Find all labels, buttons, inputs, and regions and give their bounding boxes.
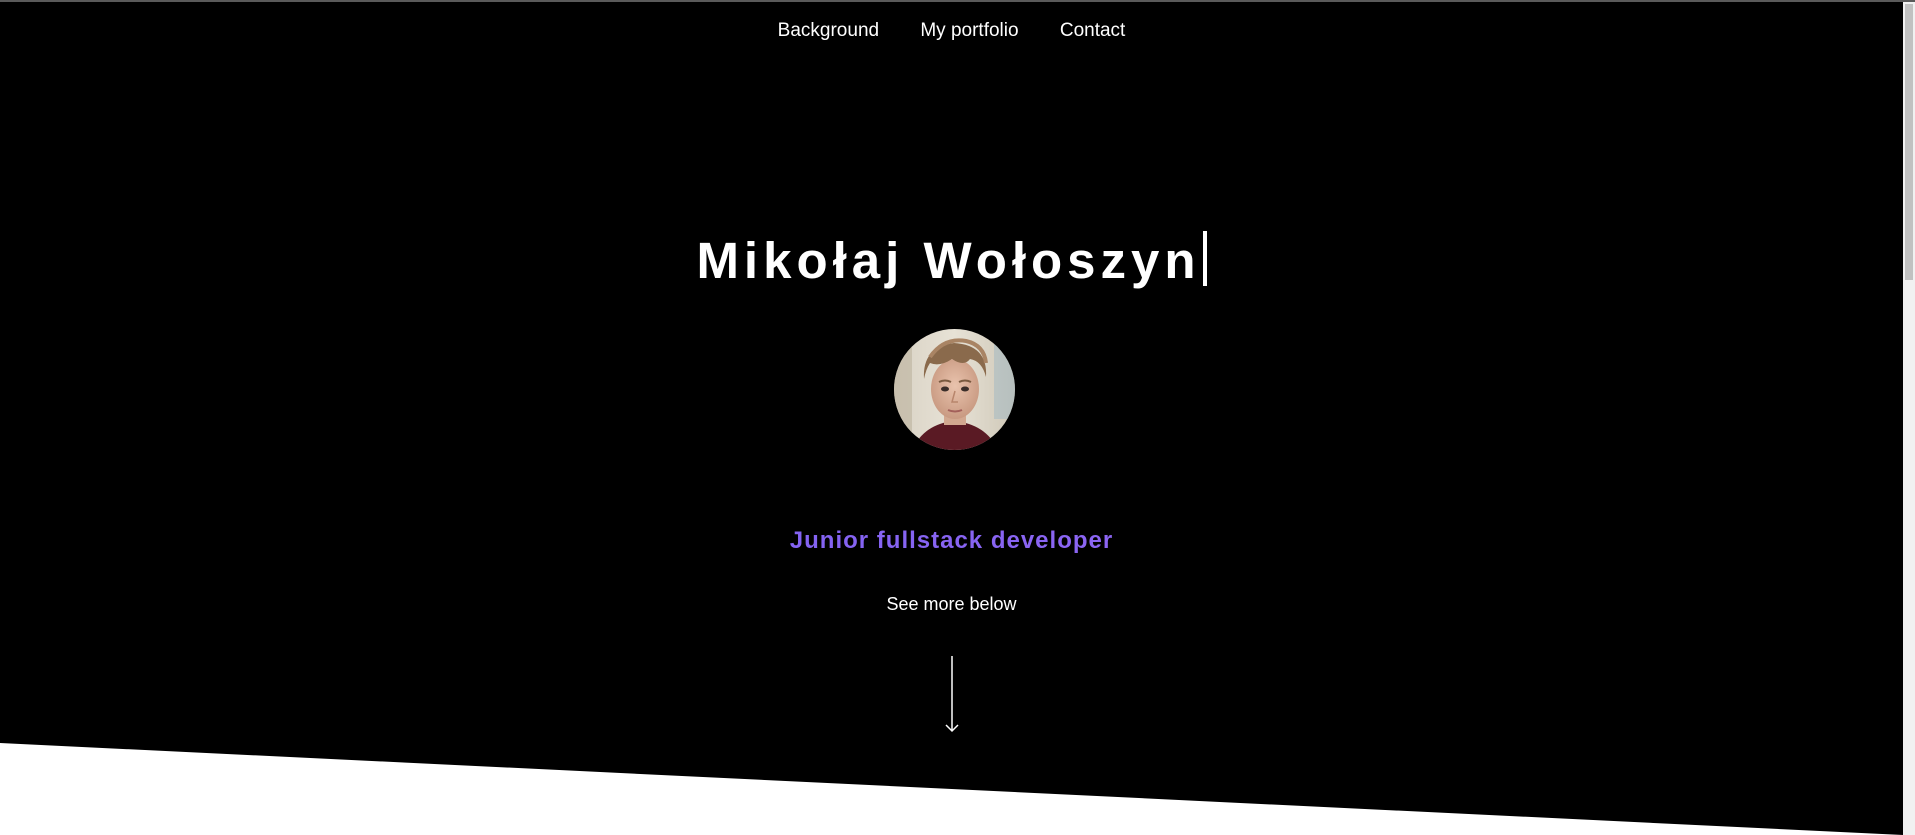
nav-link-contact[interactable]: Contact: [1060, 20, 1125, 42]
see-more-text: See more below: [886, 594, 1017, 614]
arrow-down-icon[interactable]: [943, 656, 961, 736]
window-top-border: [0, 0, 1915, 2]
hero-name: Mikołaj Wołoszyn: [696, 232, 1201, 289]
hero-role: Junior fullstack developer: [0, 527, 1903, 555]
scrollbar-thumb[interactable]: [1905, 4, 1913, 280]
profile-photo: [894, 329, 1015, 450]
hero-section: Background My portfolio Contact Mikołaj …: [0, 0, 1903, 835]
nav-link-my-portfolio[interactable]: My portfolio: [920, 20, 1018, 42]
typing-cursor: [1202, 231, 1207, 286]
page-scrollbar[interactable]: [1903, 2, 1915, 835]
avatar: [894, 329, 1015, 450]
hero-title: Mikołaj Wołoszyn: [0, 229, 1903, 293]
page: Background My portfolio Contact Mikołaj …: [0, 0, 1915, 835]
top-nav: Background My portfolio Contact: [0, 20, 1903, 42]
nav-link-background[interactable]: Background: [778, 20, 879, 42]
